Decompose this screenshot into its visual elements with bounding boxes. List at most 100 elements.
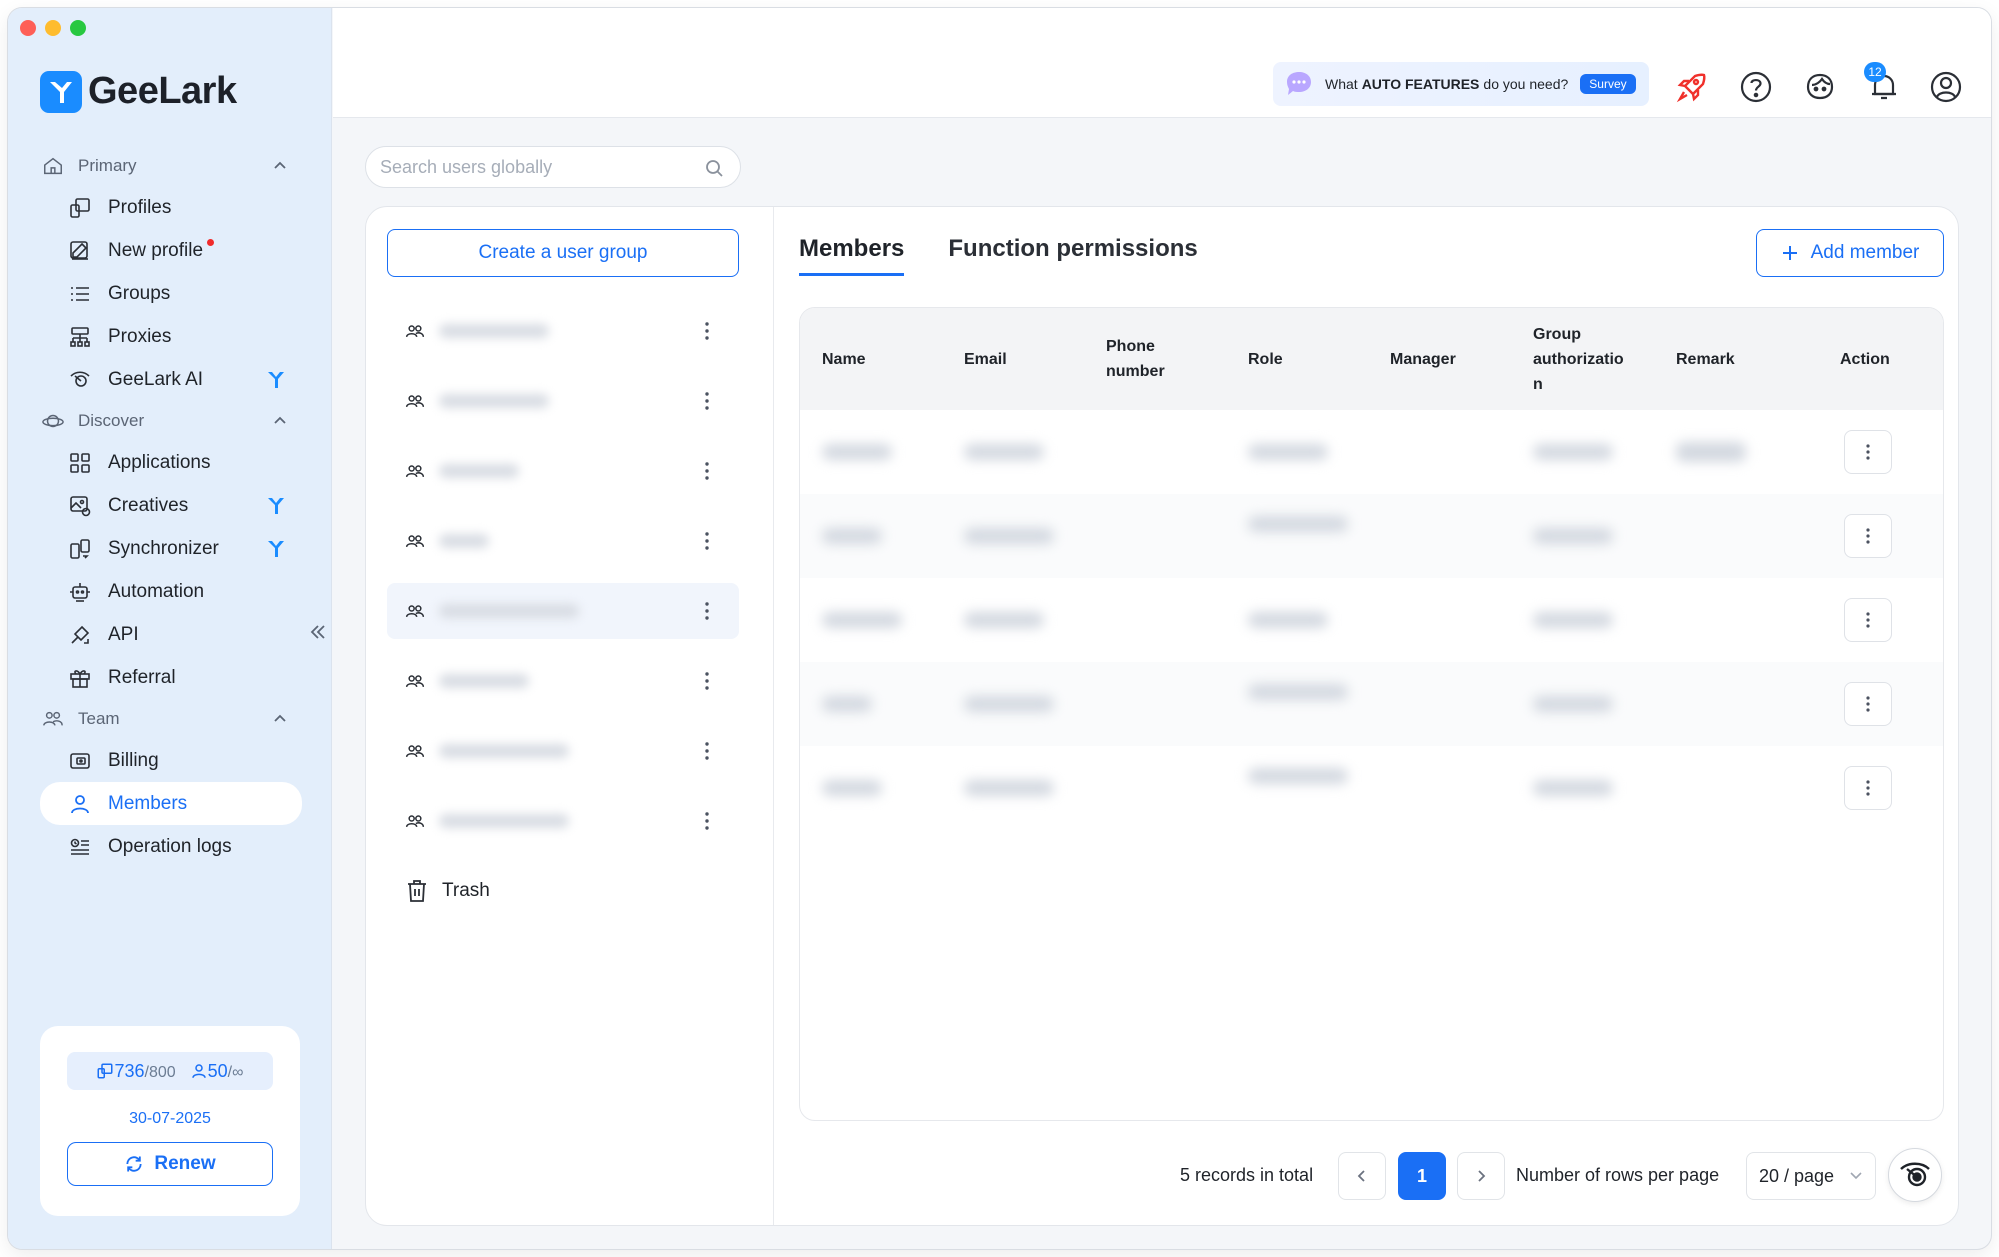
user-group-item[interactable]	[387, 303, 739, 359]
sidebar-item-label: Automation	[108, 580, 205, 602]
sidebar-item-label: Profiles	[108, 196, 172, 218]
survey-banner[interactable]: What AUTO FEATURES do you need? Survey	[1273, 62, 1649, 106]
search-icon[interactable]	[704, 158, 724, 178]
rocket-icon[interactable]	[1675, 70, 1709, 104]
ai-assistant-button[interactable]	[1888, 1148, 1942, 1202]
redacted-cell	[1533, 612, 1613, 628]
prev-page-button[interactable]	[1338, 1152, 1386, 1200]
global-user-search[interactable]	[365, 146, 741, 188]
more-vertical-icon[interactable]	[705, 531, 709, 551]
add-member-button[interactable]: Add member	[1756, 229, 1944, 277]
column-header-group-authorization[interactable]: Group authorizatio n	[1533, 308, 1624, 410]
page-number-button[interactable]: 1	[1398, 1152, 1446, 1200]
sidebar-item-geelark-ai[interactable]: GeeLark AI	[40, 358, 302, 401]
more-vertical-icon[interactable]	[705, 671, 709, 691]
minimize-window-button[interactable]	[45, 20, 61, 36]
section-team[interactable]: Team	[40, 699, 302, 739]
close-window-button[interactable]	[20, 20, 36, 36]
group-icon	[405, 605, 425, 618]
user-group-item[interactable]	[387, 373, 739, 429]
user-group-item-selected[interactable]	[387, 583, 739, 639]
column-header-remark[interactable]: Remark	[1676, 308, 1735, 410]
user-group-item[interactable]	[387, 513, 739, 569]
next-page-button[interactable]	[1457, 1152, 1505, 1200]
sidebar-item-groups[interactable]: Groups	[40, 272, 302, 315]
column-header-manager[interactable]: Manager	[1390, 308, 1456, 410]
more-vertical-icon[interactable]	[705, 811, 709, 831]
chevron-down-icon	[1850, 1172, 1862, 1180]
redacted-cell	[964, 780, 1054, 796]
redacted-cell	[1248, 516, 1348, 532]
tab-bar: Members Function permissions	[799, 235, 1198, 276]
sidebar-item-creatives[interactable]: Creatives	[40, 484, 302, 527]
tab-function-permissions[interactable]: Function permissions	[948, 235, 1197, 276]
user-group-item[interactable]	[387, 793, 739, 849]
ai-eye-icon	[70, 370, 90, 387]
create-user-group-button[interactable]: Create a user group	[387, 229, 739, 277]
redacted-group-name	[439, 534, 489, 548]
sidebar-item-synchronizer[interactable]: Synchronizer	[40, 527, 302, 570]
robot-icon	[70, 582, 90, 602]
column-header-email[interactable]: Email	[964, 308, 1007, 410]
chevron-right-icon	[1478, 1170, 1486, 1182]
support-agent-icon[interactable]	[1803, 70, 1837, 104]
profiles-icon	[97, 1063, 113, 1078]
sidebar-item-referral[interactable]: Referral	[40, 656, 302, 699]
row-action-button[interactable]	[1844, 682, 1892, 726]
more-vertical-icon[interactable]	[705, 321, 709, 341]
sidebar-item-proxies[interactable]: Proxies	[40, 315, 302, 358]
sidebar-item-label: Members	[108, 792, 188, 814]
logs-icon	[70, 838, 89, 855]
section-discover[interactable]: Discover	[40, 401, 302, 441]
user-avatar-icon[interactable]	[1929, 70, 1963, 104]
section-title: Discover	[78, 411, 145, 430]
zoom-window-button[interactable]	[70, 20, 86, 36]
more-vertical-icon[interactable]	[705, 601, 709, 621]
collapse-sidebar-icon[interactable]	[308, 622, 328, 642]
trash-item[interactable]: Trash	[406, 879, 490, 903]
sidebar-item-label: Proxies	[108, 325, 172, 347]
row-action-button[interactable]	[1844, 514, 1892, 558]
row-action-button[interactable]	[1844, 598, 1892, 642]
chevron-up-icon[interactable]	[272, 413, 288, 429]
user-group-item[interactable]	[387, 723, 739, 779]
redacted-cell	[1248, 444, 1328, 460]
search-input[interactable]	[380, 156, 680, 178]
more-vertical-icon[interactable]	[705, 741, 709, 761]
column-header-name[interactable]: Name	[822, 308, 866, 410]
sidebar-item-label: Synchronizer	[108, 537, 219, 559]
rows-per-page-select[interactable]: 20 / page	[1746, 1152, 1876, 1200]
chevron-up-icon[interactable]	[272, 158, 288, 174]
user-group-item[interactable]	[387, 653, 739, 709]
sidebar-item-billing[interactable]: Billing	[40, 739, 302, 782]
help-icon[interactable]	[1739, 70, 1773, 104]
sidebar-nav: Primary Profiles New profile Groups Prox…	[40, 146, 302, 868]
row-action-button[interactable]	[1844, 430, 1892, 474]
sidebar-item-members[interactable]: Members	[40, 782, 302, 825]
members-used: 50	[207, 1060, 228, 1081]
redacted-cell	[822, 696, 872, 712]
column-header-phone[interactable]: Phone number	[1106, 308, 1165, 410]
chevron-up-icon[interactable]	[272, 711, 288, 727]
column-header-role[interactable]: Role	[1248, 308, 1283, 410]
api-icon	[71, 625, 90, 644]
quota-summary: 736/800 50/∞	[67, 1052, 273, 1090]
members-table: Name Email Phone number Role Manager Gro…	[799, 307, 1944, 1121]
row-action-button[interactable]	[1844, 766, 1892, 810]
app-logo[interactable]: GeeLark	[40, 70, 237, 113]
sidebar-item-applications[interactable]: Applications	[40, 441, 302, 484]
sidebar-item-operation-logs[interactable]: Operation logs	[40, 825, 302, 868]
sidebar-item-profiles[interactable]: Profiles	[40, 186, 302, 229]
section-primary[interactable]: Primary	[40, 146, 302, 186]
renew-button[interactable]: Renew	[67, 1142, 273, 1186]
apps-grid-icon	[70, 452, 90, 473]
more-vertical-icon[interactable]	[705, 391, 709, 411]
tab-members[interactable]: Members	[799, 235, 905, 276]
survey-badge[interactable]: Survey	[1580, 74, 1636, 94]
sidebar-item-new-profile[interactable]: New profile	[40, 229, 302, 272]
team-icon	[43, 711, 63, 726]
sidebar-item-api[interactable]: API	[40, 613, 302, 656]
more-vertical-icon[interactable]	[705, 461, 709, 481]
user-group-item[interactable]	[387, 443, 739, 499]
sidebar-item-automation[interactable]: Automation	[40, 570, 302, 613]
